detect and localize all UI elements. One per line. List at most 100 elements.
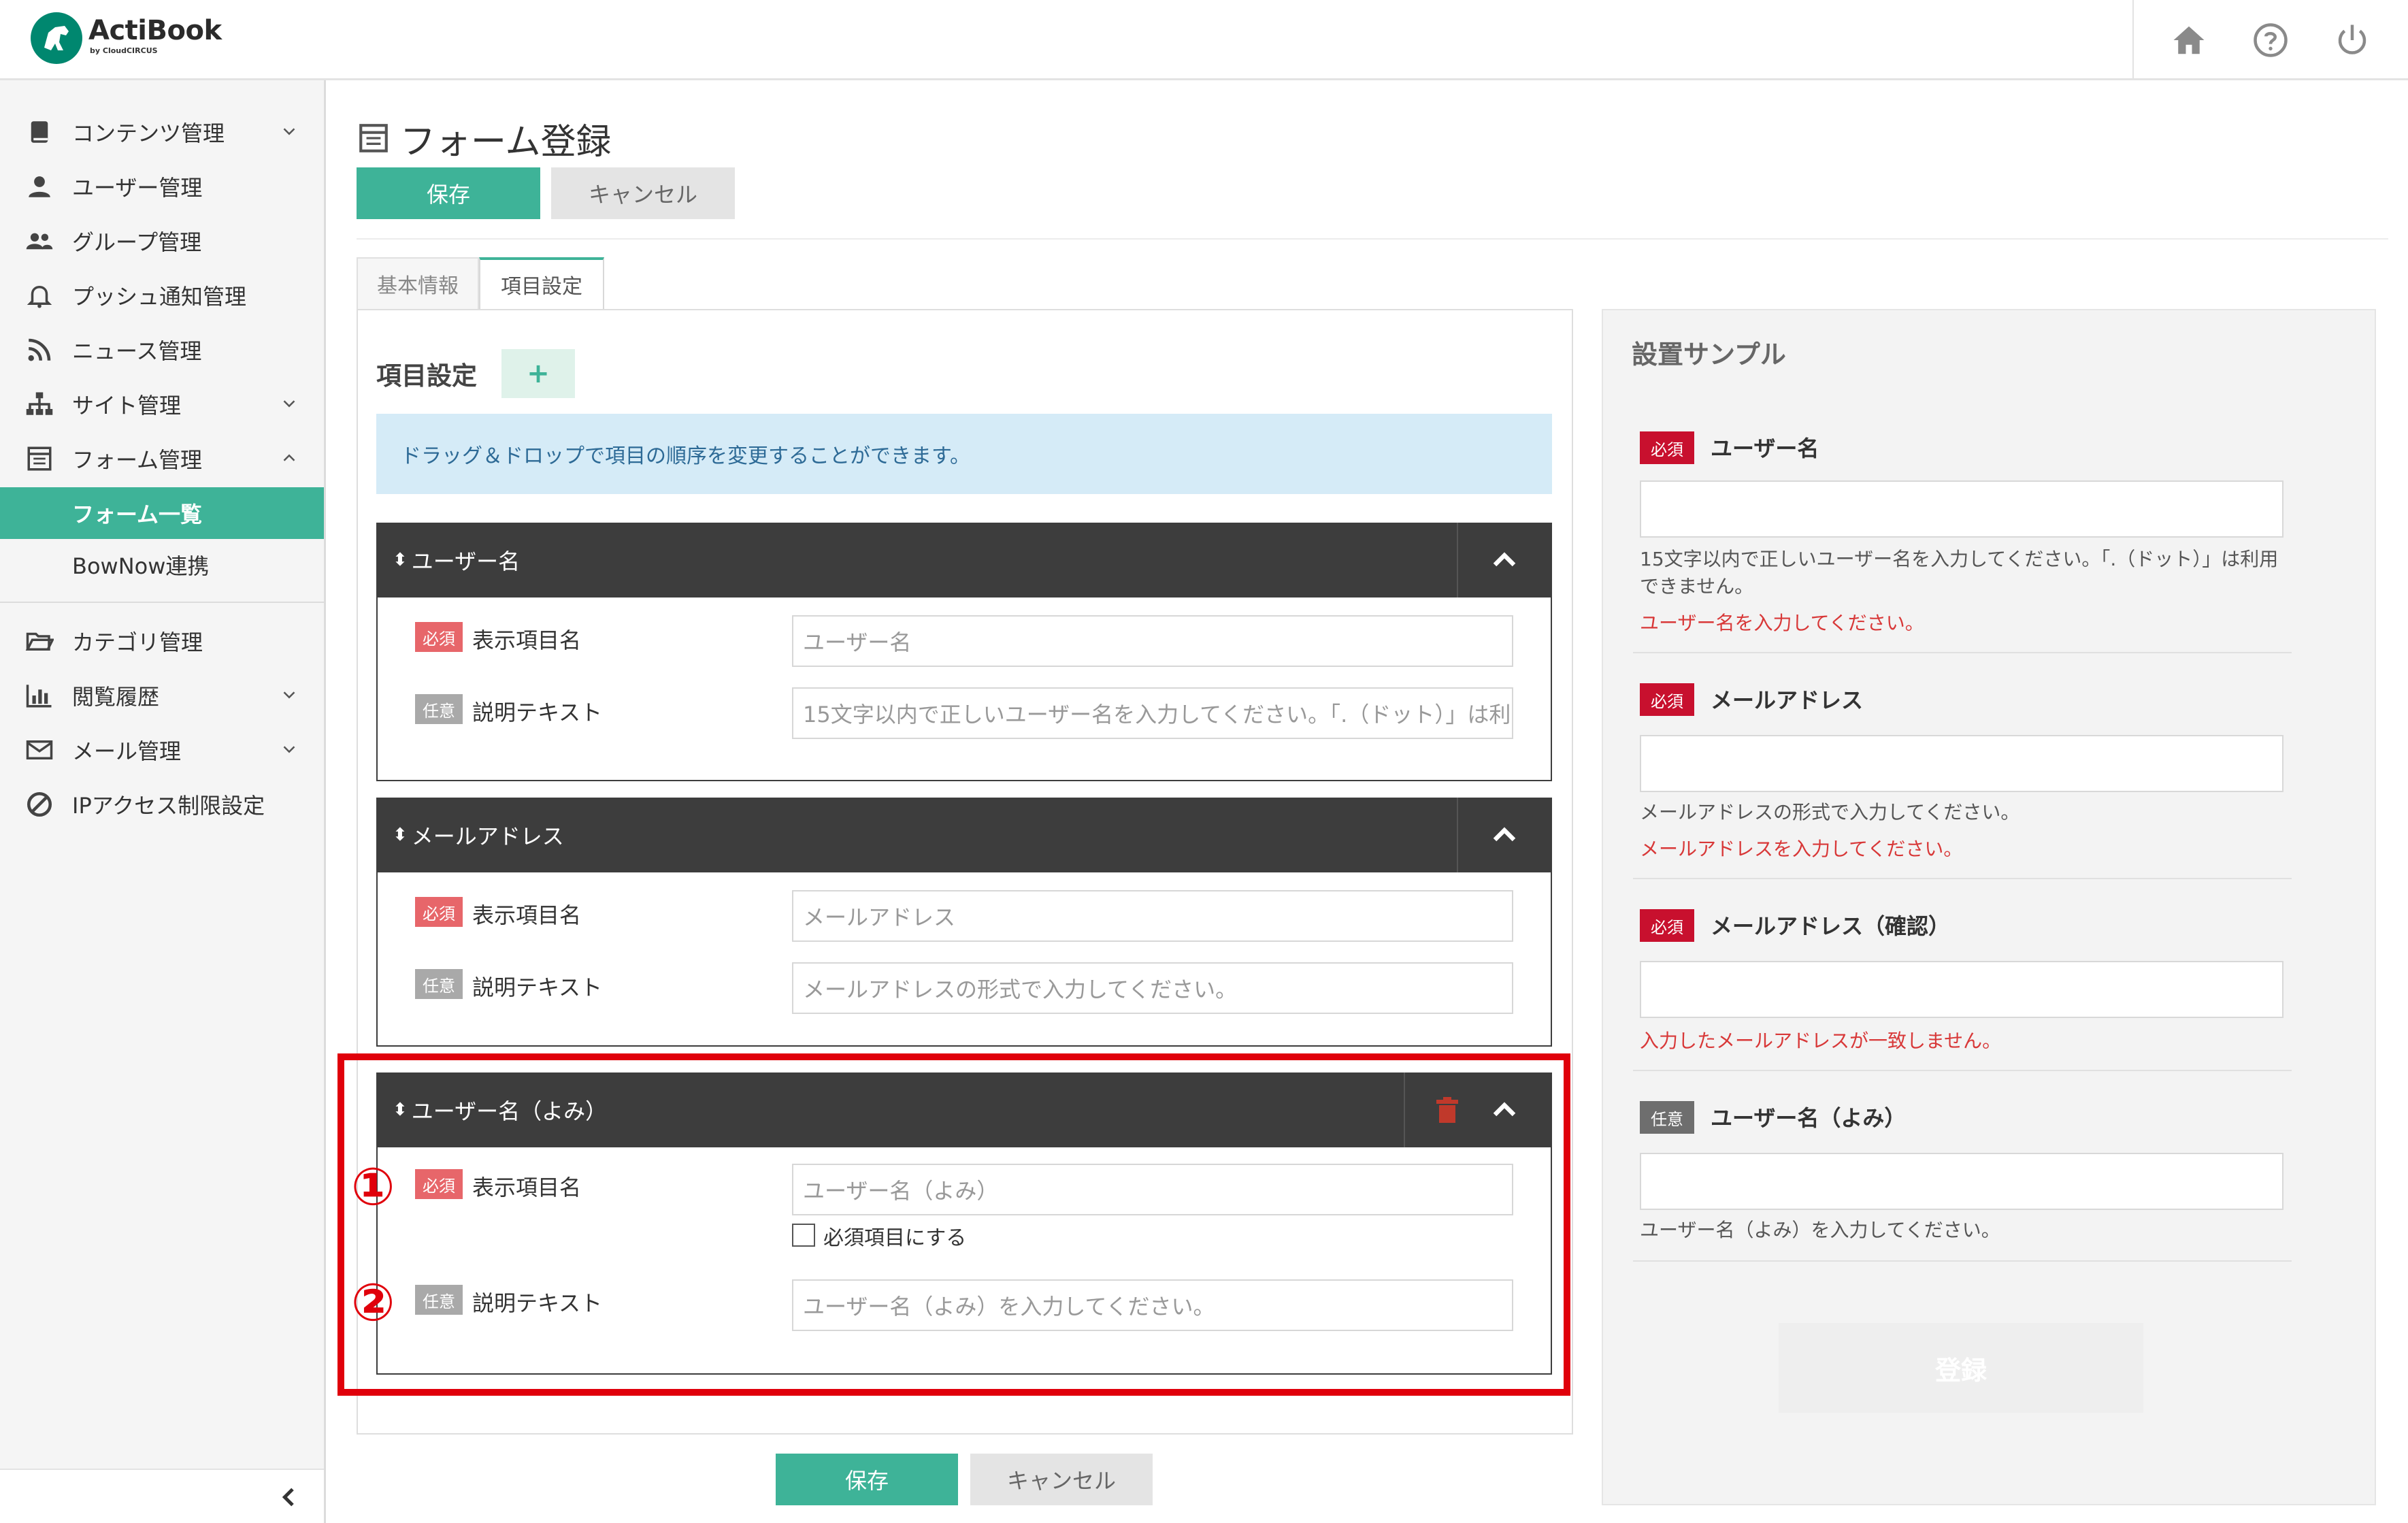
sidebar-item-label: ニュース管理: [72, 338, 202, 364]
sample-email-confirm-input[interactable]: [1640, 961, 2283, 1018]
sample-username-input[interactable]: [1640, 480, 2283, 538]
sidebar-item-forms[interactable]: フォーム管理: [0, 431, 324, 486]
sidebar-item-label: フォーム管理: [72, 447, 203, 473]
chevron-down-icon: [279, 121, 299, 142]
field-card-header[interactable]: ⬍ ユーザー名: [376, 523, 1552, 597]
sidebar-item-mail[interactable]: メール管理: [0, 723, 324, 777]
ban-icon: [19, 790, 60, 819]
field-card-header[interactable]: ⬍ メールアドレス: [376, 798, 1552, 872]
tab-item-settings[interactable]: 項目設定: [479, 257, 604, 309]
sample-help-text: 15文字以内で正しいユーザー名を入力してください。「.（ドット）」は利用できませ…: [1640, 548, 2279, 597]
description-input[interactable]: メールアドレスの形式で入力してください。: [792, 962, 1513, 1014]
sample-field-label: ユーザー名: [1711, 436, 1819, 461]
sidebar-item-users[interactable]: ユーザー管理: [0, 159, 324, 214]
sample-submit-button[interactable]: 登録: [1779, 1323, 2143, 1413]
mail-icon: [19, 736, 60, 764]
chevron-down-icon: [279, 739, 299, 759]
description-label: 説明テキスト: [472, 975, 603, 1000]
sample-field-label: ユーザー名（よみ）: [1711, 1105, 1907, 1131]
cancel-button-bottom[interactable]: キャンセル: [970, 1454, 1153, 1505]
sample-separator: [1633, 878, 2292, 879]
sort-icon[interactable]: ⬍: [393, 550, 408, 570]
sidebar-item-label: コンテンツ管理: [72, 120, 225, 146]
sample-separator: [1633, 1070, 2292, 1071]
sample-optional-badge: 任意: [1640, 1101, 1694, 1134]
sample-email-input[interactable]: [1640, 735, 2283, 792]
sort-icon[interactable]: ⬍: [393, 825, 408, 845]
sitemap-icon: [19, 390, 60, 419]
user-icon: [19, 172, 60, 201]
header-separator: [357, 238, 2388, 240]
highlight-frame: [337, 1053, 1570, 1396]
bell-icon: [19, 281, 60, 310]
sample-separator: [1633, 1260, 2292, 1262]
sidebar-item-groups[interactable]: グループ管理: [0, 214, 324, 268]
sample-error-text: 入力したメールアドレスが一致しません。: [1640, 1030, 2002, 1052]
add-item-button[interactable]: +: [501, 349, 575, 398]
sample-required-badge: 必須: [1640, 431, 1694, 464]
optional-badge: 任意: [415, 694, 463, 724]
sidebar-subitem-form-list[interactable]: フォーム一覧: [0, 487, 324, 539]
sample-error-text: メールアドレスを入力してください。: [1640, 838, 1963, 860]
sidebar-item-label: カテゴリ管理: [72, 629, 203, 655]
group-icon: [19, 227, 60, 255]
rss-icon: [19, 335, 60, 364]
power-icon[interactable]: [2328, 16, 2376, 64]
display-name-label: 表示項目名: [472, 902, 582, 928]
sidebar-item-ip-restriction[interactable]: IPアクセス制限設定: [0, 777, 324, 832]
sample-required-badge: 必須: [1640, 909, 1694, 942]
panel-bottom-line: [357, 1433, 1573, 1435]
sidebar-item-label: グループ管理: [72, 229, 202, 255]
annotation-number-2: ②: [351, 1272, 395, 1332]
help-icon[interactable]: [2247, 16, 2294, 64]
sidebar-item-push[interactable]: プッシュ通知管理: [0, 268, 324, 323]
book-icon: [19, 118, 60, 146]
optional-badge: 任意: [415, 969, 463, 999]
save-button-bottom[interactable]: 保存: [776, 1454, 958, 1505]
form-icon: [19, 444, 60, 473]
chevron-up-icon: [279, 448, 299, 468]
section-title: 項目設定: [376, 361, 477, 391]
actibook-logo-icon[interactable]: [31, 12, 82, 64]
cancel-button-top[interactable]: キャンセル: [551, 167, 735, 219]
display-name-label: 表示項目名: [472, 627, 582, 653]
top-header: [0, 0, 2408, 80]
display-name-input[interactable]: ユーザー名: [792, 615, 1513, 667]
sidebar-item-label: プッシュ通知管理: [72, 284, 247, 310]
tab-basic-info[interactable]: 基本情報: [357, 257, 479, 309]
home-icon[interactable]: [2165, 16, 2213, 64]
sidebar-item-history[interactable]: 閲覧履歴: [0, 668, 324, 723]
sample-help-text: メールアドレスの形式で入力してください。: [1640, 801, 2020, 823]
sidebar-item-sites[interactable]: サイト管理: [0, 377, 324, 431]
bar-chart-icon: [19, 681, 60, 710]
sidebar-item-contents[interactable]: コンテンツ管理: [0, 105, 324, 159]
sidebar-item-categories[interactable]: カテゴリ管理: [0, 614, 324, 668]
sidebar-item-news[interactable]: ニュース管理: [0, 323, 324, 377]
sidebar-divider: [0, 602, 324, 603]
display-name-input[interactable]: メールアドレス: [792, 890, 1513, 942]
save-button-top[interactable]: 保存: [357, 167, 540, 219]
header-divider: [2132, 0, 2134, 80]
sample-help-text: ユーザー名（よみ）を入力してください。: [1640, 1219, 2000, 1241]
field-card-title: ユーザー名: [411, 548, 521, 574]
sidebar-item-label: メール管理: [72, 738, 182, 764]
sidebar-subitem-label: フォーム一覧: [72, 502, 203, 527]
sample-error-text: ユーザー名を入力してください。: [1640, 612, 1924, 634]
sample-username-reading-input[interactable]: [1640, 1153, 2283, 1210]
form-title-icon: [357, 121, 391, 155]
chevron-left-icon[interactable]: [276, 1484, 303, 1511]
sidebar-item-label: 閲覧履歴: [72, 684, 160, 710]
folder-icon: [19, 627, 60, 655]
description-input[interactable]: 15文字以内で正しいユーザー名を入力してください。「.（ドット）」は利: [792, 687, 1513, 739]
chevron-up-icon[interactable]: [1488, 818, 1521, 851]
sample-title: 設置サンプル: [1632, 340, 1786, 370]
logo-text: ActiBook: [88, 15, 222, 46]
description-label: 説明テキスト: [472, 700, 603, 725]
annotation-number-1: ①: [351, 1156, 395, 1217]
sidebar-subitem-bownow[interactable]: BowNow連携: [0, 539, 324, 591]
sidebar-subitem-label: BowNow連携: [72, 553, 210, 579]
field-card-title: メールアドレス: [411, 823, 564, 849]
chevron-up-icon[interactable]: [1488, 543, 1521, 576]
sample-field-label: メールアドレス: [1711, 687, 1864, 713]
required-badge: 必須: [415, 622, 463, 652]
